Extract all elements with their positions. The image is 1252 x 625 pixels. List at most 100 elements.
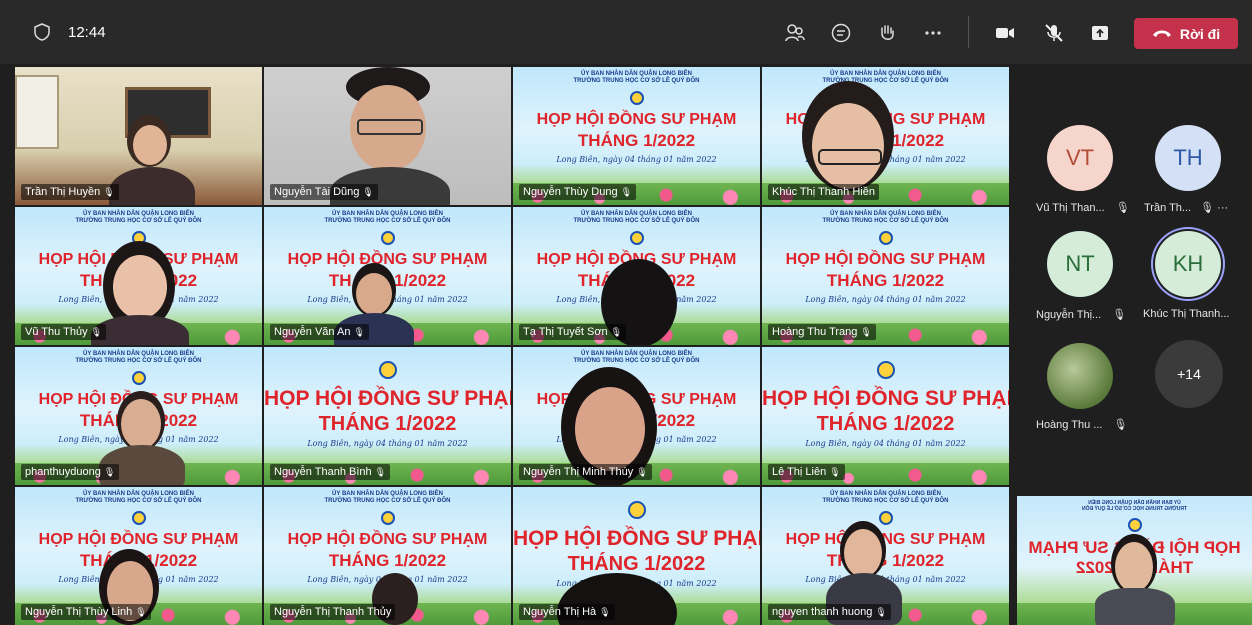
avatar[interactable]: TH	[1155, 125, 1221, 191]
raise-hand-icon[interactable]	[874, 20, 900, 46]
participant-name: Nguyễn Thanh Bình 🎙	[270, 464, 391, 480]
participant-name: Vũ Thu Thủy 🎙	[21, 324, 107, 340]
video-tile[interactable]: ỦY BAN NHÂN DÂN QUẬN LONG BIÊN TRƯỜNG TRU…	[15, 487, 262, 625]
slide-title: HỌP HỘI ĐỒNG SƯ PHẠM	[264, 387, 511, 410]
video-tile[interactable]: HỌP HỘI ĐỒNG SƯ PHẠM THÁNG 1/2022 Long B…	[264, 347, 511, 485]
slide-subtitle: THÁNG 1/2022	[318, 413, 457, 435]
school-emblem-icon	[629, 231, 644, 245]
slide-title: HỌP HỘI ĐỒNG SƯ PHẠM	[38, 531, 239, 548]
school-emblem-icon	[629, 91, 644, 105]
video-tile[interactable]: ỦY BAN NHÂN DÂN QUẬN LONG BIÊN TRƯỜNG TRU…	[264, 207, 511, 345]
slide-subtitle: THÁNG 1/2022	[567, 553, 706, 575]
slide-date: Long Biên, ngày 04 tháng 01 năm 2022	[556, 155, 717, 164]
participant-name: Nguyễn Thị Thanh Thủy	[270, 604, 396, 620]
video-tile[interactable]: ỦY BAN NHÂN DÂN QUẬN LONG BIÊN TRƯỜNG TRU…	[513, 67, 760, 205]
participant-label: Trần Th... 🎙 ···	[1144, 202, 1229, 214]
school-emblem-icon	[1127, 518, 1142, 532]
slide-title: HỌP HỘI ĐỒNG SƯ PHẠM	[287, 531, 488, 548]
slide-org: ỦY BAN NHÂN DÂN QUẬN LONG BIÊN TRƯỜNG TRU…	[573, 71, 700, 84]
slide-org: ỦY BAN NHÂN DÂN QUẬN LONG BIÊN TRƯỜNG TRU…	[822, 491, 949, 504]
participant-name: Trần Thị Huyền 🎙	[21, 184, 119, 200]
school-emblem-icon	[378, 361, 397, 379]
slide-date: Long Biên, ngày 04 tháng 01 năm 2022	[805, 439, 966, 448]
slide-title: HỌP HỘI ĐỒNG SƯ PHẠM	[785, 251, 986, 268]
video-tile[interactable]: HỌP HỘI ĐỒNG SƯ PHẠM THÁNG 1/2022 Long B…	[762, 347, 1009, 485]
toolbar-divider	[968, 16, 969, 48]
slide-title: HỌP HỘI ĐỒNG SƯ PHẠM	[287, 251, 488, 268]
slide-subtitle: THÁNG 1/2022	[328, 551, 447, 570]
participant-label: Khúc Thị Thanh...	[1143, 308, 1230, 320]
slide-org: ỦY BAN NHÂN DÂN QUẬN LONG BIÊN TRƯỜNG TRU…	[1082, 500, 1187, 512]
participant-name: nguyen thanh huong 🎙	[768, 604, 891, 620]
slide-title: HỌP HỘI ĐỒNG SƯ PHẠM	[513, 527, 760, 550]
slide-subtitle: THÁNG 1/2022	[577, 131, 696, 150]
video-tile[interactable]: ỦY BAN NHÂN DÂN QUẬN LONG BIÊN TRƯỜNG TRU…	[15, 207, 262, 345]
participant-overflow-panel: VT Vũ Thị Than... 🎙 TH Trần Th... 🎙 ··· …	[1012, 67, 1252, 487]
video-tile[interactable]: ỦY BAN NHÂN DÂN QUẬN LONG BIÊN TRƯỜNG TRU…	[513, 207, 760, 345]
participant-name: Nguyễn Văn An 🎙	[270, 324, 369, 340]
participant-label: Nguyễn Thị... 🎙	[1036, 309, 1127, 321]
slide-org: ỦY BAN NHÂN DÂN QUẬN LONG BIÊN TRƯỜNG TRU…	[573, 211, 700, 224]
slide-subtitle: THÁNG 1/2022	[826, 271, 945, 290]
slide-subtitle: THÁNG 1/2022	[816, 413, 955, 435]
participant-name: phanthuyduong 🎙	[21, 464, 120, 480]
participant-name: Nguyễn Tài Dũng 🎙	[270, 184, 378, 200]
camera-icon[interactable]	[992, 20, 1018, 46]
participant-name: Lê Thị Liên 🎙	[768, 464, 845, 480]
meeting-timer: 12:44	[68, 24, 106, 41]
slide-org: ỦY BAN NHÂN DÂN QUẬN LONG BIÊN TRƯỜNG TRU…	[75, 491, 202, 504]
meeting-toolbar: 12:44 Rời đi	[0, 0, 1252, 64]
leave-button[interactable]: Rời đi	[1134, 18, 1238, 49]
video-tile[interactable]: ỦY BAN NHÂN DÂN QUẬN LONG BIÊN TRƯỜNG TRU…	[15, 347, 262, 485]
share-icon[interactable]	[1087, 20, 1113, 46]
school-emblem-icon	[131, 511, 146, 525]
participant-name: Hoàng Thu Trang 🎙	[768, 324, 876, 340]
more-options-icon: ···	[1217, 202, 1229, 214]
participant-name: Nguyễn Thùy Dung 🎙	[519, 184, 637, 200]
video-tile[interactable]: ỦY BAN NHÂN DÂN QUẬN LONG BIÊN TRƯỜNG TRU…	[762, 487, 1009, 625]
slide-org: ỦY BAN NHÂN DÂN QUẬN LONG BIÊN TRƯỜNG TRU…	[75, 351, 202, 364]
school-emblem-icon	[878, 511, 893, 525]
avatar[interactable]: VT	[1047, 125, 1113, 191]
video-tile[interactable]: Trần Thị Huyền 🎙	[15, 67, 262, 205]
school-emblem-icon	[380, 231, 395, 245]
slide-org: ỦY BAN NHÂN DÂN QUẬN LONG BIÊN TRƯỜNG TRU…	[573, 351, 700, 364]
avatar[interactable]: NT	[1047, 231, 1113, 297]
mic-off-icon[interactable]	[1041, 20, 1067, 46]
slide-org: ỦY BAN NHÂN DÂN QUẬN LONG BIÊN TRƯỜNG TRU…	[324, 491, 451, 504]
video-tile[interactable]: Nguyễn Tài Dũng 🎙	[264, 67, 511, 205]
participant-name: Nguyễn Thị Thùy Linh 🎙	[21, 604, 151, 620]
avatar-photo[interactable]	[1047, 343, 1113, 409]
slide-org: ỦY BAN NHÂN DÂN QUẬN LONG BIÊN TRƯỜNG TRU…	[822, 71, 949, 84]
video-tile[interactable]: HỌP HỘI ĐỒNG SƯ PHẠM THÁNG 1/2022 Long B…	[513, 487, 760, 625]
avatar-speaking[interactable]: KH	[1155, 231, 1221, 297]
school-emblem-icon	[878, 231, 893, 245]
video-tile[interactable]: ỦY BAN NHÂN DÂN QUẬN LONG BIÊN TRƯỜNG TRU…	[762, 207, 1009, 345]
phone-icon	[1152, 30, 1171, 37]
more-participants-button[interactable]: +14	[1155, 340, 1223, 408]
leave-label: Rời đi	[1179, 25, 1221, 42]
slide-title: HỌP HỘI ĐỒNG SƯ PHẠM	[536, 111, 737, 128]
school-emblem-icon	[380, 511, 395, 525]
chat-icon[interactable]	[828, 20, 854, 46]
video-tile[interactable]: ỦY BAN NHÂN DÂN QUẬN LONG BIÊN TRƯỜNG TRU…	[762, 67, 1009, 205]
more-icon[interactable]	[920, 20, 946, 46]
participants-icon[interactable]	[782, 20, 808, 46]
shield-icon	[34, 23, 50, 41]
participant-name: Nguyễn Thị Hà 🎙	[519, 604, 615, 620]
slide-org: ỦY BAN NHÂN DÂN QUẬN LONG BIÊN TRƯỜNG TRU…	[822, 211, 949, 224]
school-emblem-icon	[627, 501, 646, 519]
school-emblem-icon	[876, 361, 895, 379]
school-emblem-icon	[131, 371, 146, 385]
participant-label: Vũ Thị Than... 🎙	[1036, 202, 1130, 214]
participant-name: Tạ Thị Tuyết Sơn 🎙	[519, 324, 627, 340]
participant-name: Khúc Thị Thanh Hiền	[768, 184, 879, 200]
self-view-video[interactable]: ỦY BAN NHÂN DÂN QUẬN LONG BIÊN TRƯỜNG TRU…	[1017, 496, 1252, 625]
slide-org: ỦY BAN NHÂN DÂN QUẬN LONG BIÊN TRƯỜNG TRU…	[324, 211, 451, 224]
video-grid: Trần Thị Huyền 🎙 Nguyễn Tài Dũng 🎙 ỦY BAN …	[15, 67, 1009, 625]
video-tile[interactable]: ỦY BAN NHÂN DÂN QUẬN LONG BIÊN TRƯỜNG TRU…	[264, 487, 511, 625]
video-tile[interactable]: ỦY BAN NHÂN DÂN QUẬN LONG BIÊN TRƯỜNG TRU…	[513, 347, 760, 485]
participant-name: Nguyễn Thị Minh Thúy 🎙	[519, 464, 652, 480]
slide-org: ỦY BAN NHÂN DÂN QUẬN LONG BIÊN TRƯỜNG TRU…	[75, 211, 202, 224]
participant-label: Hoàng Thu ... 🎙	[1036, 419, 1128, 431]
